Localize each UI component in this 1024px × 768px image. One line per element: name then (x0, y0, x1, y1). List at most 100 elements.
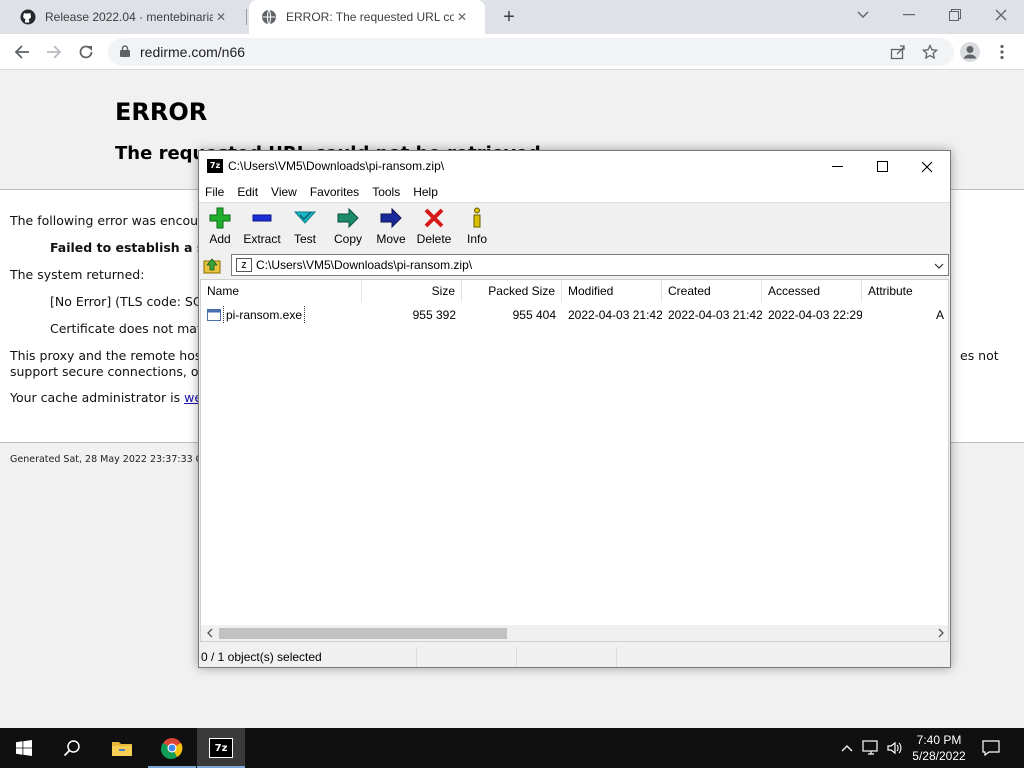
profile-avatar[interactable] (956, 38, 984, 66)
copy-button[interactable]: Copy (327, 206, 369, 250)
scroll-left-icon[interactable] (204, 627, 216, 639)
tab-divider (246, 9, 247, 25)
new-tab-button[interactable]: + (499, 7, 519, 27)
status-cell (517, 647, 617, 667)
sevenzip-window: 7z C:\Users\VM5\Downloads\pi-ransom.zip\… (198, 150, 951, 668)
cell-modified: 2022-04-03 21:42 (568, 308, 662, 322)
page-title: ERROR (115, 98, 208, 126)
notification-center-icon[interactable] (982, 739, 1000, 757)
column-name[interactable]: Name (201, 280, 362, 302)
tab-title: Release 2022.04 · mentebinaria/r (45, 10, 213, 24)
error-text: Failed to establish a s (50, 240, 205, 255)
sevenzip-taskbar-icon[interactable]: 7z (197, 728, 245, 768)
scrollbar-thumb[interactable] (219, 628, 507, 639)
menu-kebab-icon[interactable] (988, 38, 1016, 66)
file-name[interactable]: pi-ransom.exe (223, 306, 306, 324)
restore-button[interactable] (932, 0, 978, 30)
cell-name: pi-ransom.exe (201, 306, 362, 324)
taskbar: 7z 7:40 PM 5/28/2022 (0, 728, 1024, 768)
cell-accessed: 2022-04-03 22:29 (768, 308, 862, 322)
zip-archive-icon: Z (236, 258, 252, 272)
column-modified[interactable]: Modified (562, 280, 662, 302)
column-attributes[interactable]: Attribute (862, 280, 948, 302)
menu-view[interactable]: View (271, 185, 297, 199)
generated-footer: Generated Sat, 28 May 2022 23:37:33 G (10, 454, 204, 465)
column-created[interactable]: Created (662, 280, 762, 302)
chevron-down-icon[interactable] (934, 258, 944, 272)
menu-bar: File Edit View Favorites Tools Help (199, 182, 950, 202)
info-icon (464, 206, 490, 230)
tab-error-page[interactable]: ERROR: The requested URL could ✕ (249, 0, 485, 34)
clock-date: 5/28/2022 (912, 749, 966, 763)
browser-toolbar: redirme.com/n66 (0, 34, 1024, 70)
chevron-up-icon[interactable] (838, 739, 856, 757)
path-combobox[interactable]: Z C:\Users\VM5\Downloads\pi-ransom.zip\ (231, 254, 949, 276)
network-icon[interactable] (862, 739, 880, 757)
status-cell (417, 647, 517, 667)
lock-icon[interactable] (120, 44, 130, 60)
folder-up-icon[interactable] (203, 256, 221, 274)
status-text: 0 / 1 object(s) selected (199, 647, 417, 667)
cell-packed-size: 955 404 (512, 308, 556, 322)
move-icon (378, 206, 404, 230)
window-titlebar[interactable]: 7z C:\Users\VM5\Downloads\pi-ransom.zip\ (199, 151, 950, 182)
share-icon[interactable] (890, 44, 906, 63)
extract-button[interactable]: Extract (241, 206, 283, 250)
move-button[interactable]: Move (370, 206, 412, 250)
start-icon[interactable] (0, 728, 48, 768)
error-text: The following error was encoun (10, 213, 206, 228)
column-size[interactable]: Size (362, 280, 462, 302)
maximize-button[interactable] (859, 151, 905, 182)
clock[interactable]: 7:40 PM 5/28/2022 (904, 732, 974, 764)
minimize-button[interactable] (814, 151, 860, 182)
file-explorer-icon[interactable] (98, 728, 146, 768)
menu-tools[interactable]: Tools (372, 185, 400, 199)
bookmark-star-icon[interactable] (921, 43, 939, 63)
path-text: C:\Users\VM5\Downloads\pi-ransom.zip\ (256, 258, 473, 272)
error-text: es not (960, 348, 999, 363)
menu-favorites[interactable]: Favorites (310, 185, 359, 199)
extract-icon (249, 206, 275, 230)
forward-button[interactable] (40, 38, 68, 66)
menu-file[interactable]: File (205, 185, 224, 199)
cell-created: 2022-04-03 21:42 (668, 308, 762, 322)
minimize-button[interactable] (886, 0, 932, 30)
exe-file-icon (207, 309, 221, 321)
menu-help[interactable]: Help (413, 185, 438, 199)
admin-label: Your cache administrator is (10, 390, 181, 405)
delete-icon (421, 206, 447, 230)
close-window-button[interactable] (978, 0, 1024, 30)
delete-button[interactable]: Delete (413, 206, 455, 250)
close-button[interactable] (904, 151, 950, 182)
chrome-icon[interactable] (148, 728, 196, 768)
scroll-right-icon[interactable] (935, 627, 947, 639)
tab-github-release[interactable]: Release 2022.04 · mentebinaria/r ✕ (8, 0, 244, 34)
file-list: Name Size Packed Size Modified Created A… (200, 279, 949, 642)
column-accessed[interactable]: Accessed (762, 280, 862, 302)
column-packed-size[interactable]: Packed Size (462, 280, 562, 302)
test-icon (292, 206, 318, 230)
table-row[interactable]: pi-ransom.exe 955 392 955 404 2022-04-03… (201, 306, 948, 324)
reload-button[interactable] (72, 38, 100, 66)
back-button[interactable] (8, 38, 36, 66)
copy-icon (335, 206, 361, 230)
volume-icon[interactable] (886, 739, 904, 757)
globe-icon (261, 9, 277, 25)
close-icon[interactable]: ✕ (454, 9, 470, 25)
tab-search-chevron-icon[interactable] (840, 0, 886, 30)
menu-edit[interactable]: Edit (237, 185, 258, 199)
sevenzip-app-icon: 7z (207, 159, 223, 173)
test-button[interactable]: Test (284, 206, 326, 250)
horizontal-scrollbar[interactable] (201, 625, 948, 641)
error-text: support secure connections, or (10, 364, 204, 379)
url-text: redirme.com/n66 (140, 44, 246, 60)
error-text: The system returned: (10, 267, 145, 282)
search-icon[interactable] (48, 728, 96, 768)
info-button[interactable]: Info (456, 206, 498, 250)
add-button[interactable]: Add (199, 206, 241, 250)
address-bar[interactable]: redirme.com/n66 (108, 38, 954, 66)
close-icon[interactable]: ✕ (213, 9, 229, 25)
github-icon (20, 9, 36, 25)
cell-attributes: A (935, 308, 944, 322)
browser-tab-strip: Release 2022.04 · mentebinaria/r ✕ ERROR… (0, 0, 1024, 34)
